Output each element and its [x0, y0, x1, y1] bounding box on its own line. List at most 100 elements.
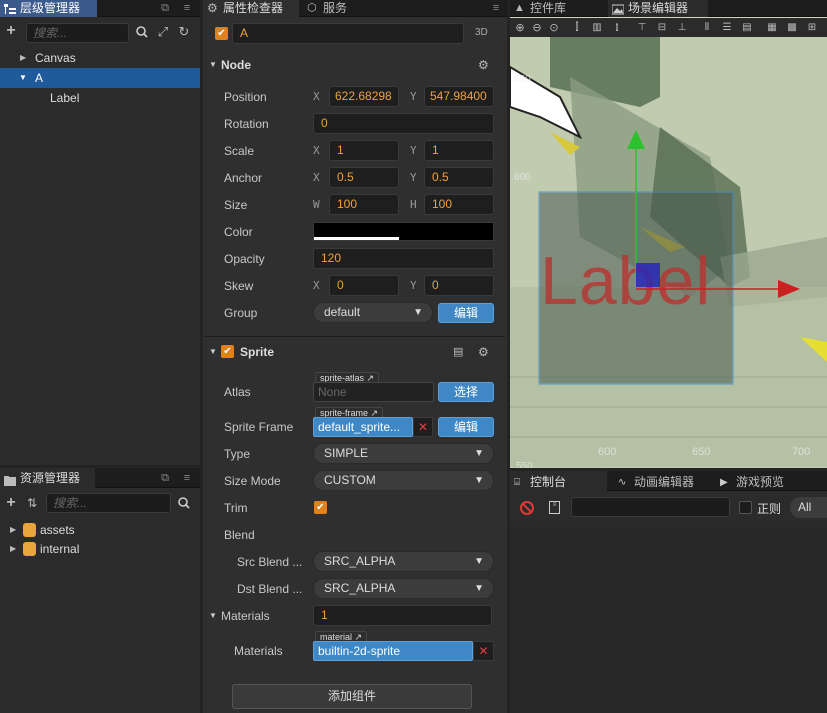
select-atlas-button[interactable]: 选择 [438, 382, 494, 402]
node-name-input[interactable]: A [232, 23, 464, 44]
fit-icon[interactable]: ⊞ [805, 21, 819, 35]
axis-y-label[interactable]: Y [410, 86, 417, 107]
position-x-input[interactable]: 622.68298 [329, 86, 399, 107]
src-blend-select[interactable]: SRC_ALPHA ▼ [313, 551, 494, 572]
tab-scene-editor[interactable]: 场景编辑器 [608, 0, 708, 17]
grid-icon[interactable]: ▩ [785, 21, 799, 35]
settings-icon[interactable]: ⚙ [478, 341, 489, 363]
align-right-icon[interactable]: ⫾ [610, 21, 624, 35]
tree-item-label-node[interactable]: Label [0, 88, 200, 108]
search-icon[interactable] [135, 26, 149, 41]
align-left-icon[interactable]: ⫿ [570, 21, 584, 35]
console-filter-input[interactable] [571, 497, 730, 517]
menu-icon[interactable]: ≡ [180, 471, 194, 485]
tab-services[interactable]: ⬡ 服务 [303, 0, 365, 17]
sprite-section-header[interactable]: ▼ ✔ Sprite ▤ ⚙ [203, 341, 507, 363]
menu-icon[interactable]: ≡ [489, 1, 503, 15]
expanded-arrow-icon[interactable]: ▼ [209, 54, 217, 76]
sort-icon[interactable]: ⇅ [24, 496, 40, 510]
align-center-icon[interactable]: ▥ [590, 21, 604, 35]
add-icon[interactable]: + [4, 495, 18, 511]
scene-canvas[interactable]: Label 650 600 600 650 700 550 [510, 37, 827, 468]
tab-game-preview[interactable]: ▶ 游戏预览 [716, 471, 806, 491]
scale-y-input[interactable]: 1 [424, 140, 494, 161]
menu-icon[interactable]: ≡ [180, 1, 194, 15]
axis-y-label[interactable]: Y [410, 140, 417, 161]
distribute-h-icon[interactable]: ⦀ [700, 21, 714, 35]
axis-h-label[interactable]: H [410, 194, 417, 215]
axis-x-label[interactable]: X [313, 86, 320, 107]
axis-x-label[interactable]: X [313, 275, 320, 296]
spacing-icon[interactable]: ▦ [765, 21, 779, 35]
tree-item-a[interactable]: ▼ A [0, 68, 200, 88]
size-mode-select[interactable]: CUSTOM ▼ [313, 470, 494, 491]
clear-console-icon[interactable] [520, 501, 534, 515]
move-gizmo[interactable] [510, 37, 827, 468]
clear-icon[interactable]: ✕ [413, 417, 433, 437]
doc-icon[interactable]: ▤ [453, 341, 463, 363]
distribute-c-icon[interactable]: ▤ [740, 21, 754, 35]
regex-checkbox[interactable] [739, 501, 752, 514]
collapsed-arrow-icon[interactable]: ▶ [10, 520, 16, 540]
distribute-v-icon[interactable]: ☰ [720, 21, 734, 35]
collapsed-arrow-icon[interactable]: ▶ [10, 539, 16, 559]
anchor-x-input[interactable]: 0.5 [329, 167, 399, 188]
axis-y-label[interactable]: Y [410, 275, 417, 296]
add-component-button[interactable]: 添加组件 [232, 684, 472, 709]
edit-group-button[interactable]: 编辑 [438, 303, 494, 323]
expanded-arrow-icon[interactable]: ▼ [19, 68, 27, 88]
zoom-out-icon[interactable]: ⊖ [530, 21, 544, 35]
tab-hierarchy[interactable]: 层级管理器 [0, 0, 97, 17]
expanded-arrow-icon[interactable]: ▼ [209, 611, 217, 620]
axis-y-label[interactable]: Y [410, 167, 417, 188]
size-h-input[interactable]: 100 [424, 194, 494, 215]
clear-icon[interactable]: ✕ [473, 641, 494, 661]
trim-checkbox[interactable]: ✔ [314, 501, 327, 514]
log-file-icon[interactable]: ≡ [549, 501, 560, 514]
color-swatch[interactable] [313, 222, 494, 241]
group-select[interactable]: default ▼ [313, 302, 433, 323]
skew-x-input[interactable]: 0 [329, 275, 399, 296]
tab-animation[interactable]: ∿ 动画编辑器 [614, 471, 714, 491]
type-select[interactable]: SIMPLE ▼ [313, 443, 494, 464]
zoom-reset-icon[interactable]: ⊙ [547, 21, 561, 35]
align-bottom-icon[interactable]: ⊥ [675, 21, 689, 35]
tab-console[interactable]: ⌸ 控制台 [510, 471, 607, 491]
maximize-icon[interactable]: ⧉ [158, 471, 172, 485]
collapsed-arrow-icon[interactable]: ▶ [20, 48, 26, 68]
rotation-input[interactable]: 0 [313, 113, 494, 134]
expanded-arrow-icon[interactable]: ▼ [209, 341, 217, 363]
edit-frame-button[interactable]: 编辑 [438, 417, 494, 437]
position-y-input[interactable]: 547.98400 [424, 86, 494, 107]
assets-search-input[interactable]: 搜索... [46, 493, 171, 513]
zoom-in-icon[interactable]: ⊕ [513, 21, 527, 35]
node-active-checkbox[interactable]: ✔ [215, 27, 228, 40]
tab-widgets[interactable]: ▲ 控件库 [510, 0, 605, 17]
skew-y-input[interactable]: 0 [424, 275, 494, 296]
asset-item-internal[interactable]: ▶ internal [0, 539, 200, 559]
add-icon[interactable]: + [4, 23, 18, 39]
tab-inspector[interactable]: ⚙ 属性检查器 [203, 0, 299, 17]
size-w-input[interactable]: 100 [329, 194, 399, 215]
align-top-icon[interactable]: ⊤ [635, 21, 649, 35]
scale-x-input[interactable]: 1 [329, 140, 399, 161]
sprite-enabled-checkbox[interactable]: ✔ [221, 345, 234, 358]
material-field[interactable]: builtin-2d-sprite [313, 641, 473, 661]
sprite-frame-field[interactable]: default_sprite... [313, 417, 413, 437]
refresh-icon[interactable]: ↻ [177, 25, 191, 39]
log-level-select[interactable]: All [790, 497, 827, 518]
opacity-input[interactable]: 120 [313, 248, 494, 269]
expand-icon[interactable]: ⤢ [156, 25, 170, 39]
tab-assets[interactable]: 资源管理器 [0, 468, 95, 488]
materials-count-input[interactable]: 1 [313, 605, 492, 626]
hierarchy-search-input[interactable]: 搜索... [26, 23, 129, 43]
asset-item-assets[interactable]: ▶ assets [0, 520, 200, 540]
atlas-field[interactable]: None [313, 382, 434, 402]
dst-blend-select[interactable]: SRC_ALPHA ▼ [313, 578, 494, 599]
tree-item-canvas[interactable]: ▶ Canvas [0, 48, 200, 68]
align-middle-icon[interactable]: ⊟ [655, 21, 669, 35]
maximize-icon[interactable]: ⧉ [158, 1, 172, 15]
axis-x-label[interactable]: X [313, 167, 320, 188]
axis-x-label[interactable]: X [313, 140, 320, 161]
node-section-header[interactable]: ▼ Node ⚙ [203, 54, 507, 76]
